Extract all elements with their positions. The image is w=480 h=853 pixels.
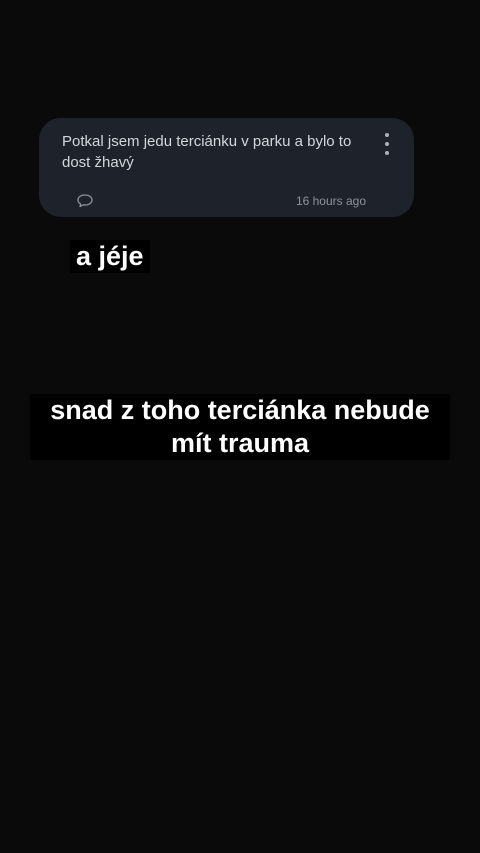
more-vertical-icon-dot — [385, 151, 389, 155]
comment-icon — [77, 194, 93, 208]
more-vertical-icon — [385, 133, 389, 137]
post-text: Potkal jsem jedu terciánku v parku a byl… — [62, 133, 352, 171]
comment-button[interactable] — [76, 193, 94, 209]
caption-text-first: a jéje — [70, 240, 150, 273]
post-card[interactable]: Potkal jsem jedu terciánku v parku a byl… — [39, 118, 414, 217]
more-options-button[interactable] — [380, 133, 394, 155]
more-vertical-icon-dot — [385, 142, 389, 146]
post-timestamp: 16 hours ago — [295, 194, 366, 208]
caption-text-second: snad z toho terciánka nebude mít trauma — [30, 394, 450, 460]
